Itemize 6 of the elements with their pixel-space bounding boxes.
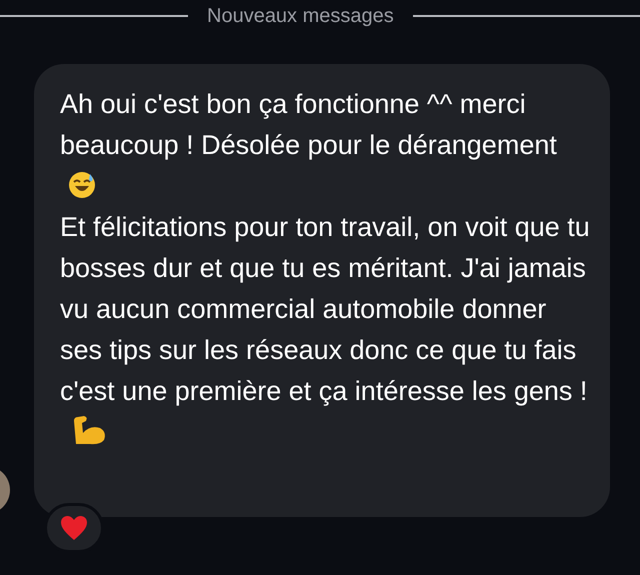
divider-label: Nouveaux messages [206,6,395,26]
heart-icon [60,515,88,541]
message-text: Ah oui c'est bon ça fonctionne ^^ merci beaucoup ! Désolée pour le dérangement [60,89,557,160]
message-text: Et félicitations pour ton travail, on voit que tu bosses dur et que tu es méritant. J'ai jamais vu aucun commercial automobile donner ses tips sur les réseaux donc ce que tu fais c'est une première et ça intéresse les gens ! [60,212,590,406]
sweat-smile-icon [68,171,96,199]
flexed-biceps-icon [72,415,108,445]
